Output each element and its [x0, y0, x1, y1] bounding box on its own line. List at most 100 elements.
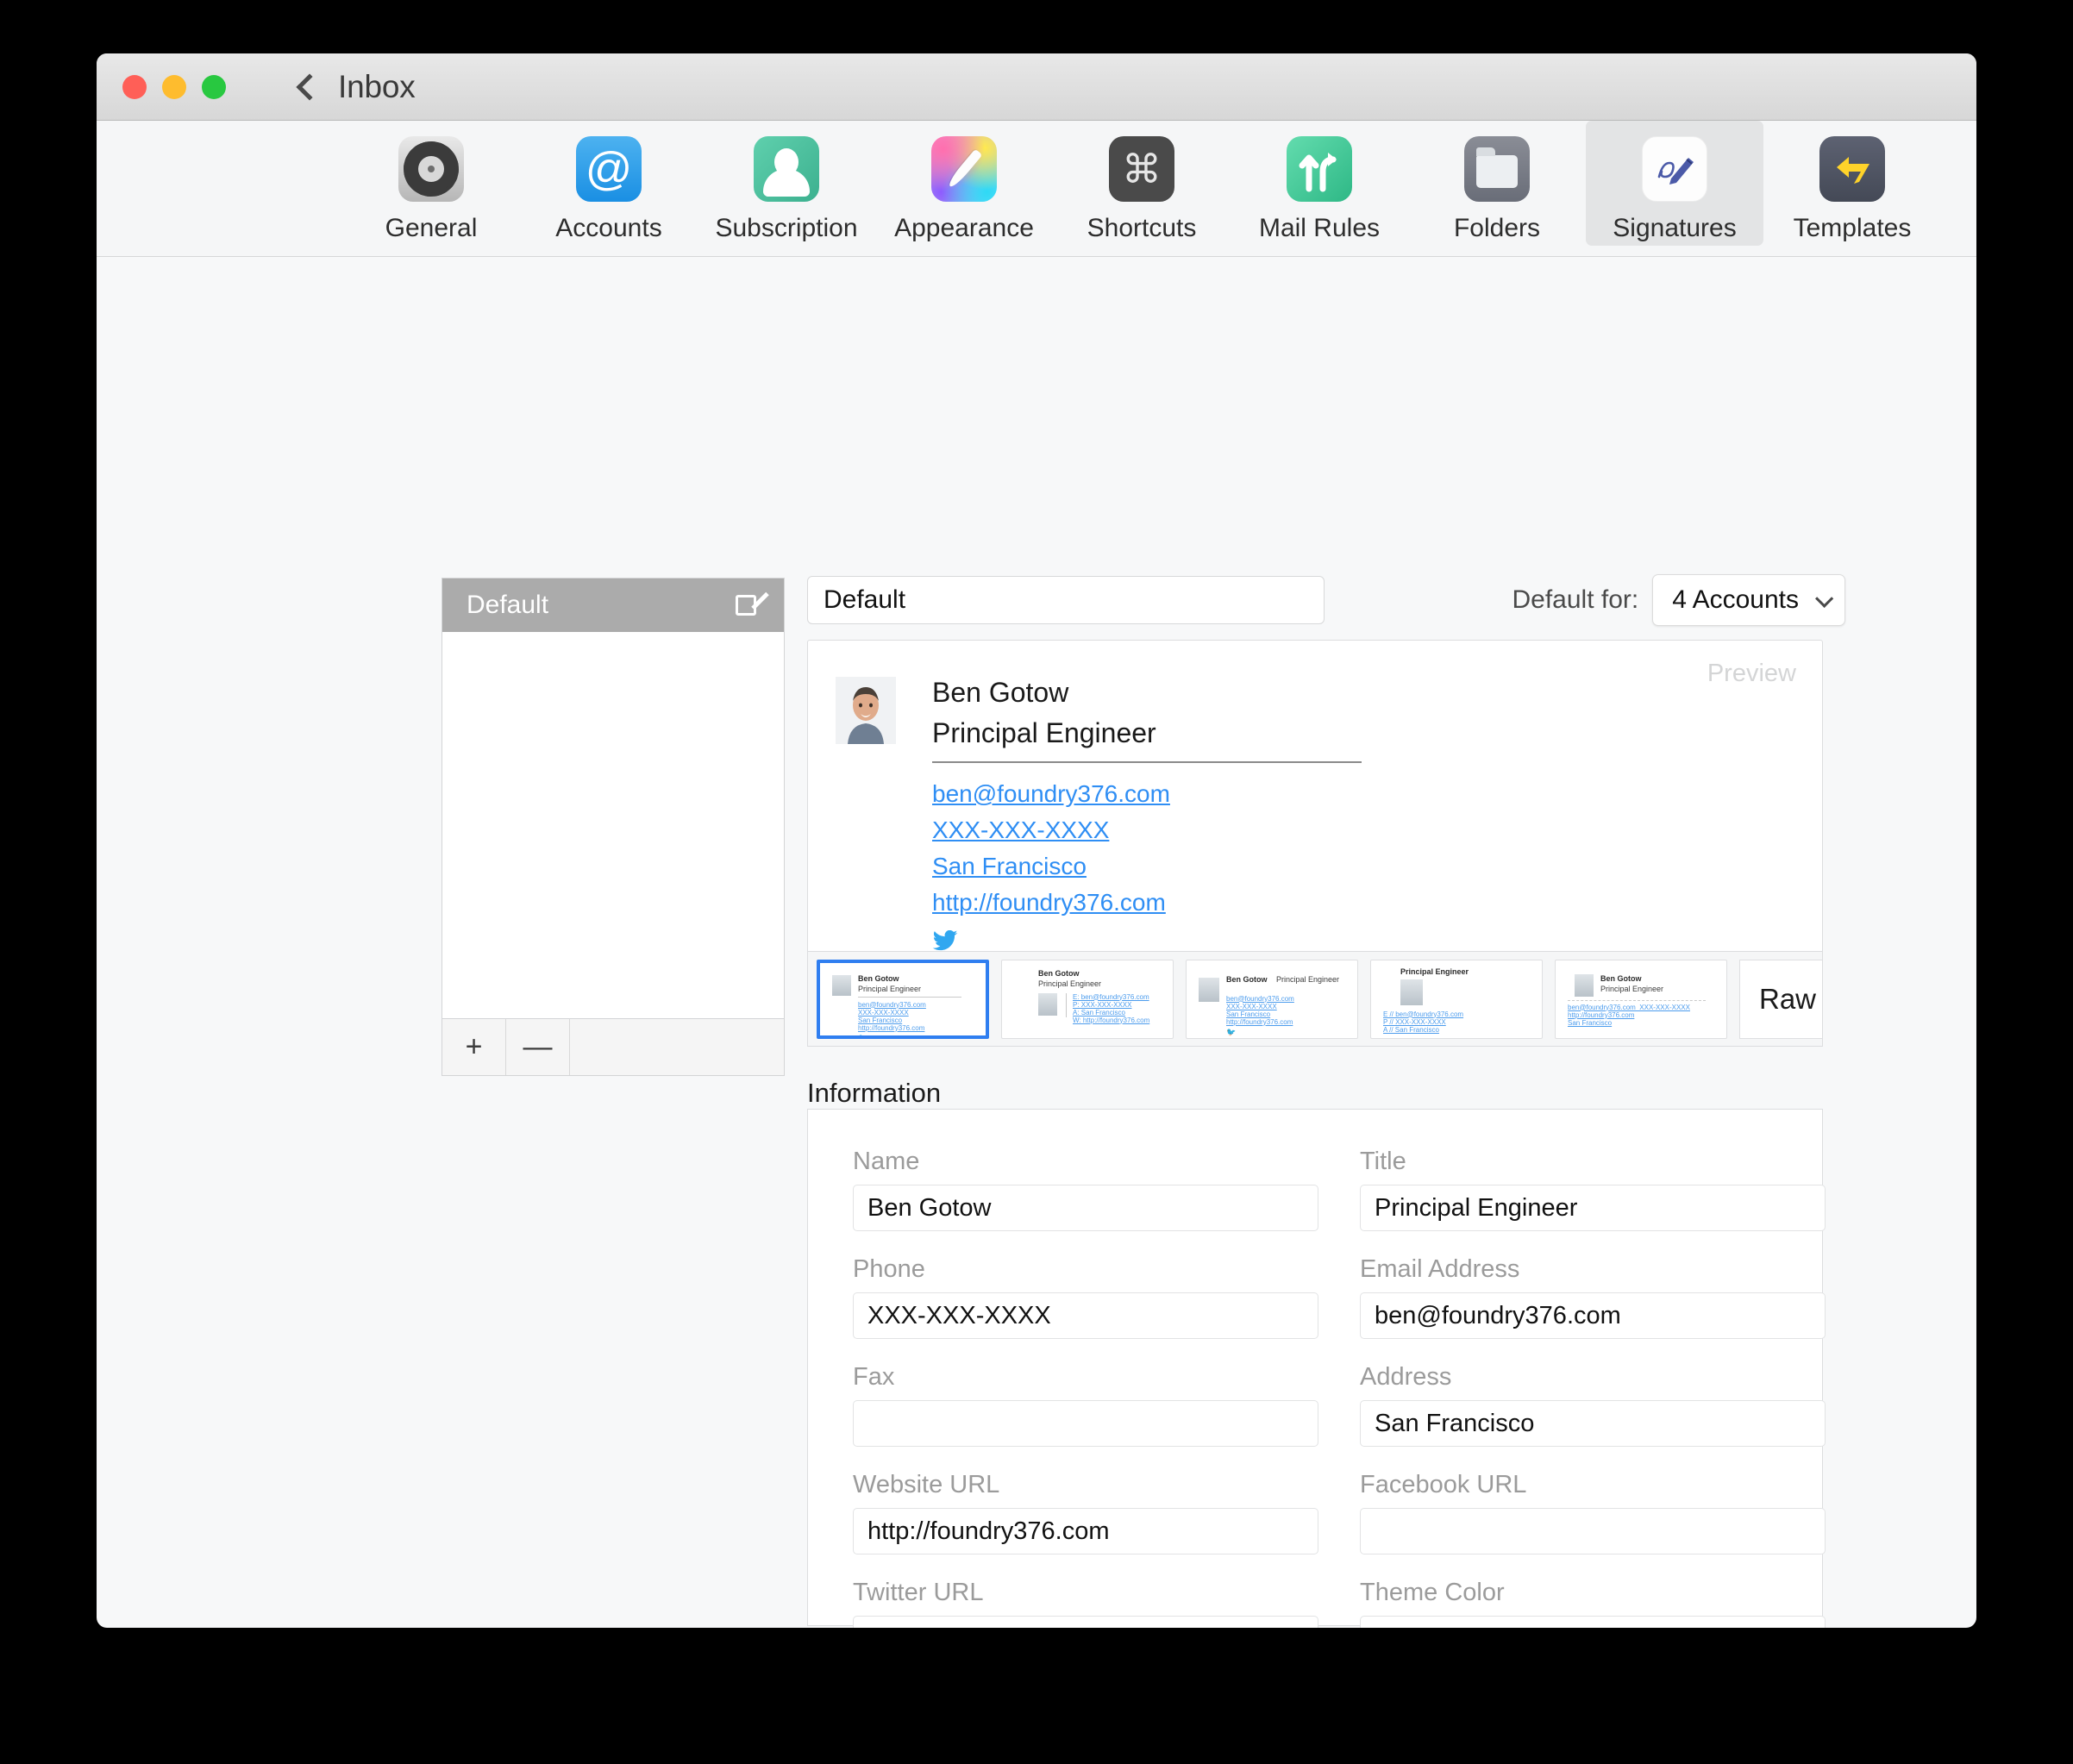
signature-name-input[interactable]: Default [807, 576, 1325, 624]
field-label: Phone [853, 1255, 1318, 1284]
tab-subscription[interactable]: Subscription [698, 121, 875, 243]
title-input[interactable]: Principal Engineer [1360, 1185, 1826, 1231]
website-input[interactable]: http://foundry376.com [853, 1508, 1318, 1554]
field-website: Website URL http://foundry376.com [853, 1471, 1318, 1554]
tab-accounts[interactable]: @ Accounts [520, 121, 698, 243]
field-label: Email Address [1360, 1255, 1826, 1284]
preview-link-phone[interactable]: XXX-XXX-XXXX [932, 816, 1362, 844]
field-email: Email Address ben@foundry376.com [1360, 1255, 1826, 1339]
field-label: Twitter URL [853, 1579, 1318, 1607]
information-heading: Information [807, 1078, 941, 1109]
tab-label: Mail Rules [1259, 214, 1380, 243]
name-input[interactable]: Ben Gotow [853, 1185, 1318, 1231]
signatures-pane: Default + — Default Default for: 4 Accou… [97, 257, 1976, 1628]
tab-mail-rules[interactable]: Mail Rules [1231, 121, 1408, 243]
field-facebook: Facebook URL [1360, 1471, 1826, 1554]
phone-input[interactable]: XXX-XXX-XXXX [853, 1292, 1318, 1339]
address-input[interactable]: San Francisco [1360, 1400, 1826, 1447]
field-phone: Phone XXX-XXX-XXXX [853, 1255, 1318, 1339]
preview-title: Principal Engineer [932, 717, 1362, 749]
signature-preview-card: Preview Ben Gotow Principal Engin [807, 640, 1823, 952]
twitter-input[interactable]: bengotow [853, 1616, 1318, 1628]
field-theme-color: Theme Color ex: #419bf9, purple [1360, 1579, 1826, 1628]
avatar [836, 677, 896, 744]
remove-signature-button[interactable]: — [506, 1019, 570, 1075]
facebook-input[interactable] [1360, 1508, 1826, 1554]
chevron-left-icon[interactable] [296, 73, 323, 100]
at-sign-icon: @ [576, 136, 642, 202]
field-twitter: Twitter URL bengotow [853, 1579, 1318, 1628]
default-for-dropdown[interactable]: 4 Accounts [1652, 574, 1845, 626]
tab-label: Subscription [715, 214, 857, 243]
tab-label: Folders [1454, 214, 1540, 243]
tab-shortcuts[interactable]: ⌘ Shortcuts [1053, 121, 1231, 243]
tab-label: Templates [1794, 214, 1912, 243]
folder-icon [1464, 136, 1530, 202]
default-for-group: Default for: 4 Accounts [1512, 574, 1846, 626]
signature-list: Default + — [442, 578, 785, 1076]
minimize-button[interactable] [162, 75, 186, 99]
template-thumbnail-3[interactable]: Ben Gotow Principal Engineer ben@foundry… [1186, 960, 1358, 1039]
tab-general[interactable]: General [342, 121, 520, 243]
field-label: Name [853, 1148, 1318, 1176]
fax-input[interactable] [853, 1400, 1318, 1447]
preview-link-website[interactable]: http://foundry376.com [932, 889, 1362, 916]
preview-link-address[interactable]: San Francisco [932, 853, 1362, 880]
signature-list-rows: Default [442, 579, 784, 1018]
tab-label: Signatures [1613, 214, 1736, 243]
reply-bolt-icon [1819, 136, 1885, 202]
twitter-bird-icon[interactable] [932, 930, 958, 951]
tab-label: Shortcuts [1087, 214, 1197, 243]
template-thumbnail-4[interactable]: Principal Engineer E // ben@foundry376.c… [1370, 960, 1543, 1039]
field-fax: Fax [853, 1363, 1318, 1447]
tab-templates[interactable]: Templates [1763, 121, 1941, 243]
field-address: Address San Francisco [1360, 1363, 1826, 1447]
template-thumbnail-1[interactable]: Ben Gotow Principal Engineer ben@foundry… [817, 960, 989, 1039]
preview-name: Ben Gotow [932, 677, 1362, 709]
tab-label: Accounts [555, 214, 661, 243]
tab-folders[interactable]: Folders [1408, 121, 1586, 243]
email-input[interactable]: ben@foundry376.com [1360, 1292, 1826, 1339]
field-label: Website URL [853, 1471, 1318, 1499]
field-label: Fax [853, 1363, 1318, 1392]
raw-html-button[interactable]: Raw HT [1739, 960, 1823, 1039]
field-label: Address [1360, 1363, 1826, 1392]
list-item[interactable]: Default [442, 579, 784, 632]
preview-link-email[interactable]: ben@foundry376.com [932, 780, 1362, 808]
command-key-icon: ⌘ [1109, 136, 1174, 202]
default-for-value: 4 Accounts [1672, 585, 1799, 615]
arrows-branch-icon [1287, 136, 1352, 202]
signature-name: Default [467, 591, 548, 620]
footer-spacer [570, 1019, 784, 1075]
tab-label: Appearance [894, 214, 1034, 243]
template-thumbnail-5[interactable]: Ben Gotow Principal Engineer ben@foundry… [1555, 960, 1727, 1039]
field-name: Name Ben Gotow [853, 1148, 1318, 1231]
person-icon [754, 136, 819, 202]
tab-signatures[interactable]: Signatures [1586, 121, 1763, 246]
add-signature-button[interactable]: + [442, 1019, 506, 1075]
field-label: Facebook URL [1360, 1471, 1826, 1499]
tab-appearance[interactable]: Appearance [875, 121, 1053, 243]
zoom-button[interactable] [202, 75, 226, 99]
preview-text: Ben Gotow Principal Engineer ben@foundry… [932, 677, 1362, 955]
window-title: Inbox [338, 69, 416, 105]
preview-label: Preview [1707, 660, 1796, 688]
preferences-window: Inbox General @ Accounts Subscription Ap… [97, 53, 1976, 1628]
signature-pen-icon [1642, 136, 1707, 202]
chevron-down-icon [1815, 589, 1833, 607]
template-thumbnail-2[interactable]: Ben Gotow Principal Engineer E: ben@foun… [1001, 960, 1174, 1039]
template-thumbnail-strip[interactable]: Ben Gotow Principal Engineer ben@foundry… [807, 952, 1823, 1047]
signature-list-footer: + — [442, 1018, 784, 1075]
tab-label: General [385, 214, 478, 243]
information-card: Name Ben Gotow Title Principal Engineer … [807, 1109, 1823, 1626]
traffic-lights [122, 75, 226, 99]
theme-color-input[interactable]: ex: #419bf9, purple [1360, 1616, 1826, 1628]
titlebar: Inbox [97, 53, 1976, 121]
paintbrush-icon [931, 136, 997, 202]
edit-square-icon[interactable] [736, 592, 761, 618]
preferences-toolbar: General @ Accounts Subscription Appearan… [97, 121, 1976, 257]
information-form: Name Ben Gotow Title Principal Engineer … [808, 1110, 1822, 1628]
field-title: Title Principal Engineer [1360, 1148, 1826, 1231]
default-for-label: Default for: [1512, 585, 1639, 615]
close-button[interactable] [122, 75, 147, 99]
